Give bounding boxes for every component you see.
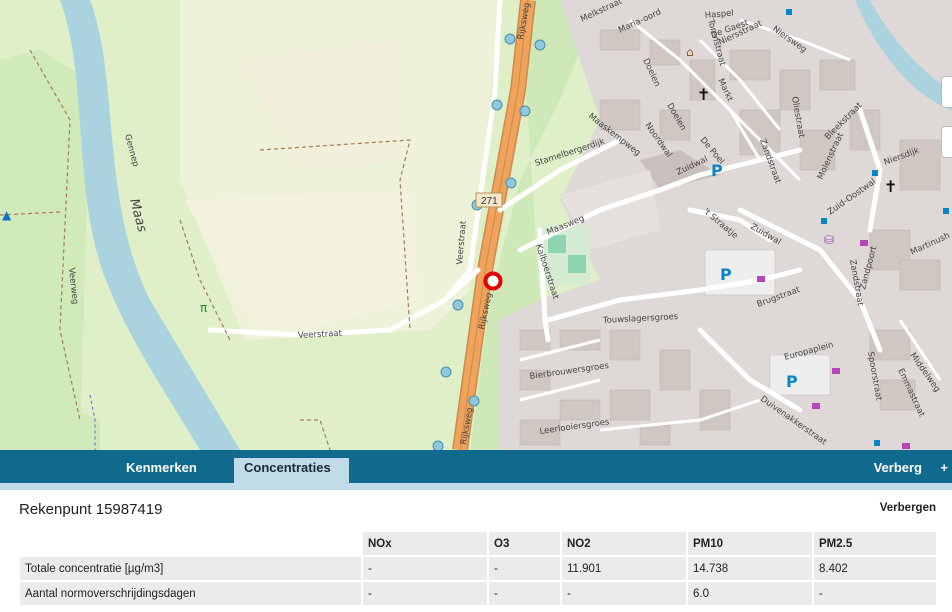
table-cell: 11.901: [562, 557, 686, 580]
panel-title: Rekenpunt 15987419: [19, 501, 163, 518]
column-header: PM10: [688, 532, 812, 555]
column-header: NO2: [562, 532, 686, 555]
tab-bar: Kenmerken Concentraties Verberg +: [0, 450, 952, 490]
table-cell: -: [363, 582, 487, 605]
table-cell: -: [489, 582, 560, 605]
hide-button[interactable]: Verbergen: [880, 502, 936, 514]
parking-icon-2: P: [720, 265, 732, 284]
column-header: [20, 532, 361, 555]
table-cell: -: [814, 582, 936, 605]
calculation-point-marker[interactable]: [483, 271, 503, 291]
parking-icon-3: P: [786, 372, 798, 391]
table-cell: Aantal normoverschrijdingsdagen: [20, 582, 361, 605]
table-cell: -: [562, 582, 686, 605]
table-header-row: NOx O3 NO2 PM10 PM2.5: [20, 532, 936, 555]
map-view[interactable]: 271 ✝ ✝ ⌂ P P P ⛁ π ▲ Rijksweg Rijksweg …: [0, 0, 952, 450]
table-cell: 14.738: [688, 557, 812, 580]
table-cell: -: [363, 557, 487, 580]
shop-icon: ⛁: [824, 233, 834, 247]
camping-icon: ▲: [2, 208, 12, 222]
church-icon-2: ✝: [884, 177, 897, 196]
table-cell: 6.0: [688, 582, 812, 605]
picnic-icon: π: [200, 301, 207, 315]
add-button[interactable]: +: [936, 458, 952, 483]
concentration-table: NOx O3 NO2 PM10 PM2.5 Totale concentrati…: [18, 530, 938, 607]
map-canvas: 271 ✝ ✝ ⌂ P P P ⛁ π ▲ Rijksweg Rijksweg …: [0, 0, 952, 450]
table-row: Aantal normoverschrijdingsdagen - - - 6.…: [20, 582, 936, 605]
map-control-button-2[interactable]: [941, 126, 952, 158]
town-hall-icon: ⌂: [686, 45, 694, 59]
details-panel: Rekenpunt 15987419 Verbergen NOx O3 NO2 …: [0, 490, 952, 612]
road-number-label: 271: [481, 196, 498, 207]
tab-bar-strip: [0, 483, 952, 490]
table-cell: 8.402: [814, 557, 936, 580]
map-control-button[interactable]: [941, 76, 952, 108]
table-row: Totale concentratie [µg/m3] - - 11.901 1…: [20, 557, 936, 580]
column-header: O3: [489, 532, 560, 555]
table-cell: Totale concentratie [µg/m3]: [20, 557, 361, 580]
tab-kenmerken[interactable]: Kenmerken: [116, 458, 207, 483]
tab-concentraties[interactable]: Concentraties: [234, 458, 349, 483]
column-header: PM2.5: [814, 532, 936, 555]
verberg-button[interactable]: Verberg: [864, 458, 932, 483]
column-header: NOx: [363, 532, 487, 555]
table-cell: -: [489, 557, 560, 580]
church-icon: ✝: [697, 85, 710, 104]
